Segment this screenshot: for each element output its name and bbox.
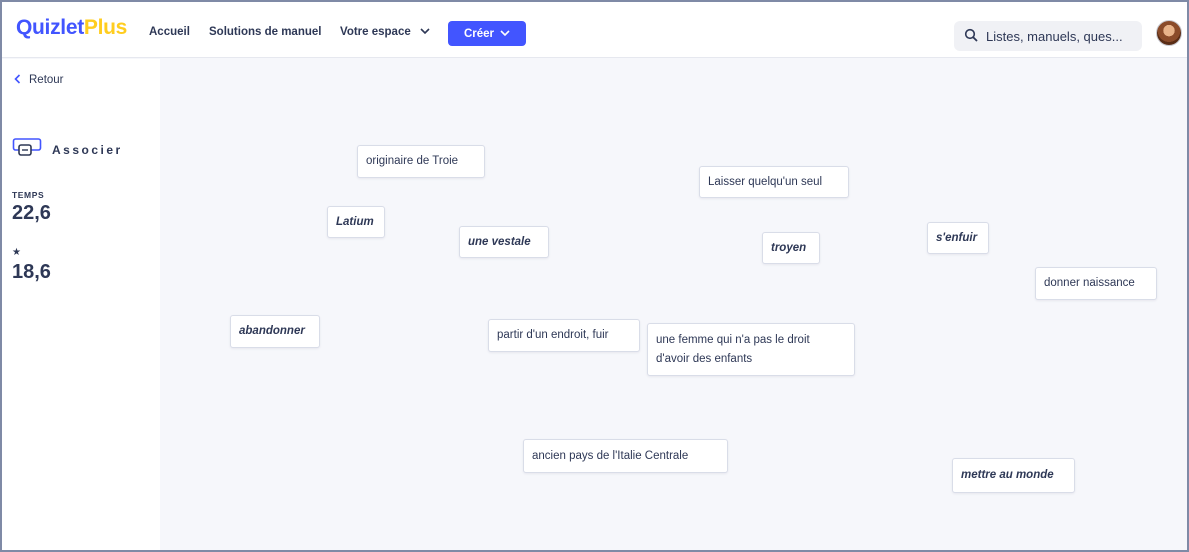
back-label: Retour xyxy=(29,74,64,86)
match-card[interactable]: donner naissance xyxy=(1035,267,1157,300)
time-label: TEMPS xyxy=(12,190,45,200)
chevron-down-icon xyxy=(500,28,510,40)
search-input[interactable]: Listes, manuels, ques... xyxy=(954,21,1142,51)
nav-textbook-solutions[interactable]: Solutions de manuel xyxy=(209,26,321,38)
back-button[interactable]: Retour xyxy=(14,73,64,87)
logo-plus: Plus xyxy=(83,16,128,39)
match-card[interactable]: Latium xyxy=(327,206,385,238)
match-card[interactable]: troyen xyxy=(762,232,820,264)
best-time-value: 18,6 xyxy=(12,261,51,283)
match-card[interactable]: abandonner xyxy=(230,315,320,348)
nav-your-space[interactable]: Votre espace xyxy=(340,26,430,38)
chevron-left-icon xyxy=(14,73,21,87)
search-icon xyxy=(964,28,978,45)
match-mode-header: Associer xyxy=(12,137,123,162)
match-card[interactable]: partir d'un endroit, fuir xyxy=(488,319,640,352)
logo-main: Quizlet xyxy=(16,16,84,39)
match-card[interactable]: une femme qui n'a pas le droit d'avoir d… xyxy=(647,323,855,376)
nav-your-space-label: Votre espace xyxy=(340,26,411,39)
match-card[interactable]: originaire de Troie xyxy=(357,145,485,178)
sidebar: Retour Associer TEMPS 22,6 ★ 18,6 xyxy=(2,59,160,550)
match-card[interactable]: Laisser quelqu'un seul xyxy=(699,166,849,198)
app-window: QuizletPlus Accueil Solutions de manuel … xyxy=(0,0,1189,552)
top-navigation-bar: QuizletPlus Accueil Solutions de manuel … xyxy=(2,2,1187,58)
time-value: 22,6 xyxy=(12,202,51,224)
star-icon: ★ xyxy=(12,247,22,258)
nav-home[interactable]: Accueil xyxy=(149,26,190,38)
match-card[interactable]: s'enfuir xyxy=(927,222,989,254)
match-card[interactable]: une vestale xyxy=(459,226,549,258)
match-mode-icon xyxy=(12,137,42,162)
avatar[interactable] xyxy=(1156,20,1182,46)
match-card[interactable]: mettre au monde xyxy=(952,458,1075,493)
search-placeholder: Listes, manuels, ques... xyxy=(986,28,1123,44)
match-card[interactable]: ancien pays de l'Italie Centrale xyxy=(523,439,728,473)
create-button[interactable]: Créer xyxy=(448,21,526,46)
quizlet-plus-logo[interactable]: QuizletPlus xyxy=(16,16,127,40)
create-button-label: Créer xyxy=(463,27,495,40)
chevron-down-icon xyxy=(420,26,430,38)
mode-label: Associer xyxy=(52,142,123,157)
